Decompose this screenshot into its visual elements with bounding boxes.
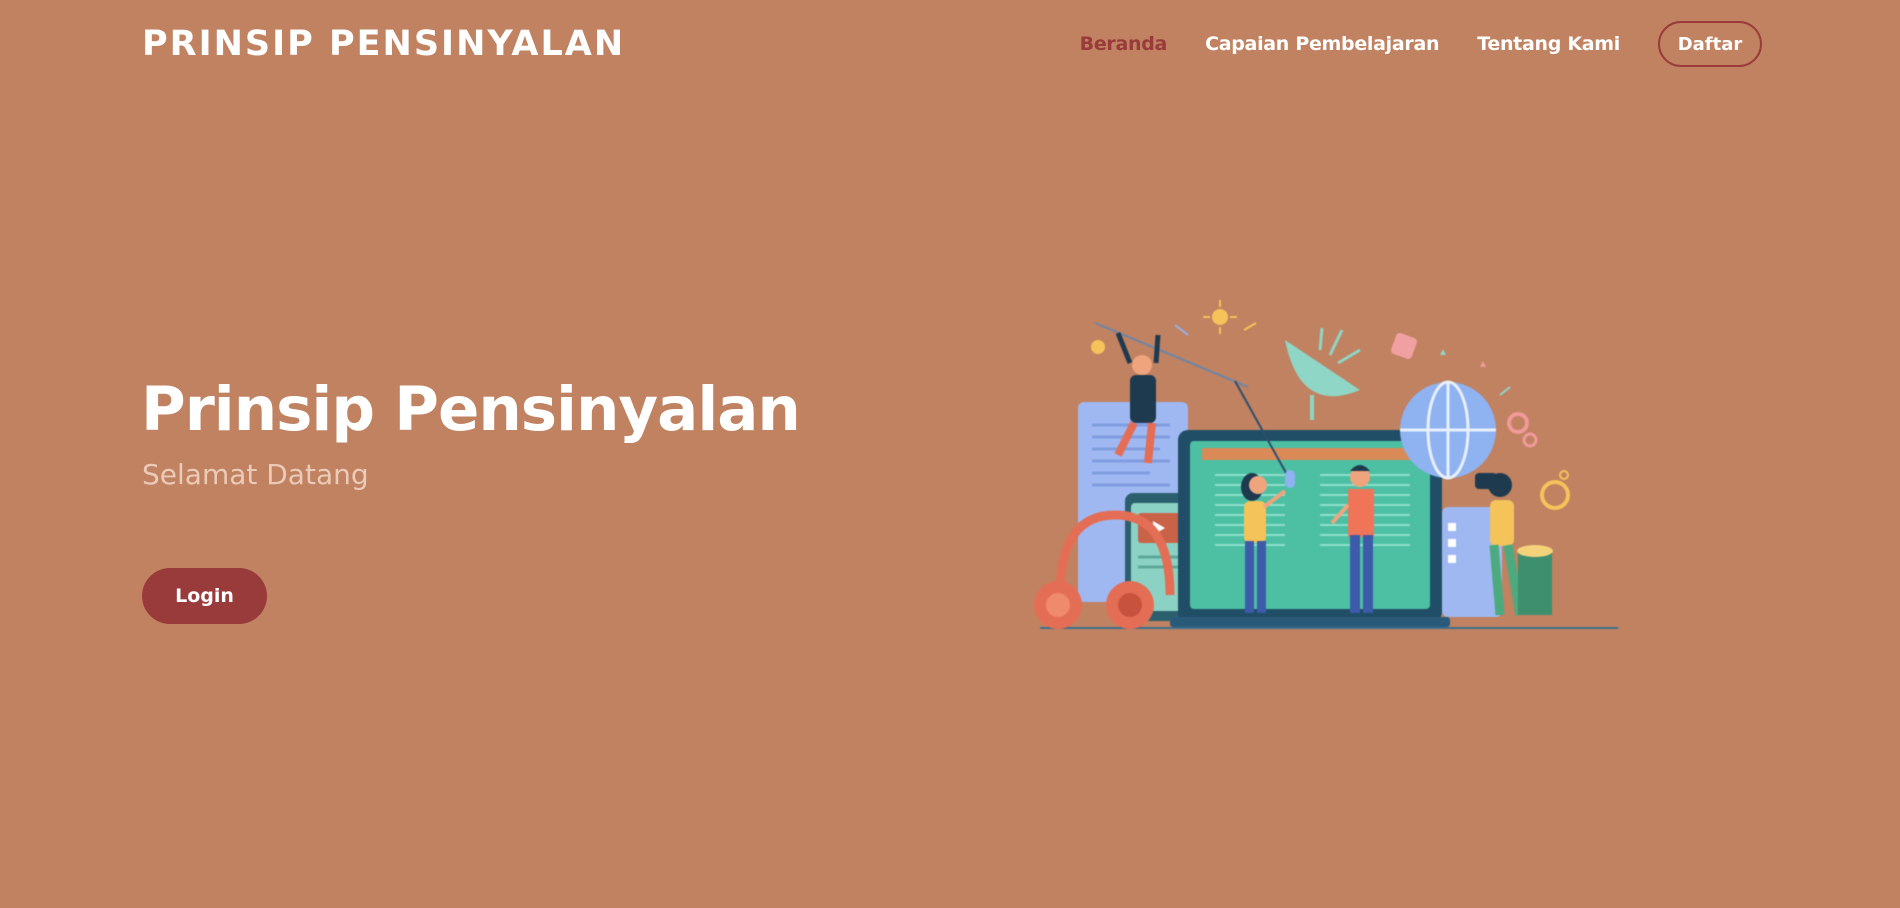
sun-icon [1212,309,1228,325]
register-button[interactable]: Daftar [1658,21,1762,67]
ring-icon [1540,480,1570,510]
nav-link-tentang-kami[interactable]: Tentang Kami [1477,33,1620,55]
gear-icon [1391,333,1417,359]
cog-small-icon [1522,432,1538,448]
login-button[interactable]: Login [142,568,267,624]
hero-subtitle: Selamat Datang [142,458,369,491]
online-learning-illustration [1034,300,1618,629]
camera-icon [1475,473,1497,489]
satellite-dish-icon [1285,340,1360,397]
cog-icon [1507,412,1529,434]
main-nav: Beranda Capaian Pembelajaran Tentang Kam… [1042,20,1762,68]
microphone-icon [1285,470,1295,488]
laptop-header-bar [1202,448,1418,460]
bulb-icon [1091,340,1105,354]
laptop-base [1170,617,1450,627]
nav-link-capaian-pembelajaran[interactable]: Capaian Pembelajaran [1205,33,1439,55]
popcorn-box-icon [1518,553,1552,615]
nav-link-beranda[interactable]: Beranda [1080,33,1168,55]
hero-title: Prinsip Pensinyalan [141,374,801,445]
site-header: PRINSIP PENSINYALAN Beranda Capaian Pemb… [0,0,1900,88]
site-logo[interactable]: PRINSIP PENSINYALAN [142,22,625,66]
